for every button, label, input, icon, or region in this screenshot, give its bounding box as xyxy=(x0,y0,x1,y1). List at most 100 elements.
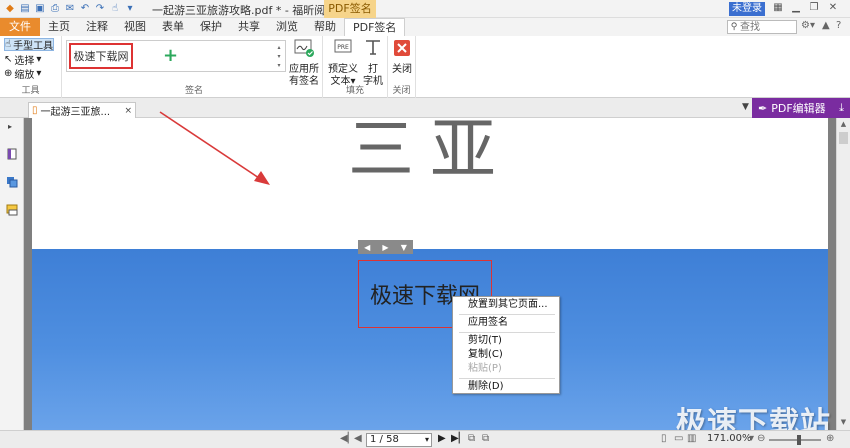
menu-item-apply-signature[interactable]: 应用签名 xyxy=(468,316,508,330)
layers-icon[interactable] xyxy=(6,176,18,188)
menu-item-cut[interactable]: 剪切(T) xyxy=(468,334,502,348)
help-icon[interactable]: ? xyxy=(836,20,841,31)
predefined-text-label-1: 预定义 xyxy=(328,64,358,75)
tab-list-dropdown-icon[interactable]: ▼ xyxy=(742,102,749,112)
tab-help[interactable]: 帮助 xyxy=(306,18,344,36)
zoom-in-icon[interactable]: ⊕ xyxy=(826,433,834,444)
minimize-icon[interactable]: ▁ xyxy=(789,2,803,13)
tab-view[interactable]: 视图 xyxy=(116,18,154,36)
chevron-down-icon: ▾ xyxy=(36,54,42,65)
pdf-editor-button[interactable]: ✒ PDF编辑器 ⤓ xyxy=(752,98,850,118)
page-thumbnails-icon[interactable] xyxy=(6,148,18,160)
scroll-thumb[interactable] xyxy=(839,132,848,144)
dropdown-arrow-icon[interactable]: ▼ xyxy=(401,243,407,252)
zoom-slider-knob[interactable] xyxy=(797,435,801,445)
close-tab-icon[interactable]: × xyxy=(124,106,132,116)
comments-icon[interactable] xyxy=(6,204,18,216)
prev-arrow-icon[interactable]: ◀ xyxy=(364,243,370,252)
hand-icon[interactable]: ☝ xyxy=(109,3,121,15)
hand-tool-icon: ☝ xyxy=(5,39,12,50)
gallery-scroll[interactable]: ▴ ▾ ▾ xyxy=(275,43,283,70)
save-icon[interactable]: ▣ xyxy=(34,3,46,15)
cursor-icon: ↖ xyxy=(4,54,13,65)
document-tab[interactable]: ▯ 一起游三亚旅... × xyxy=(28,102,136,118)
document-view[interactable]: 三亚 ◀ ▶ ▼ 极速下载网 xyxy=(24,118,836,430)
collapse-ribbon-icon[interactable]: ▲ xyxy=(822,20,830,31)
page-number-input[interactable]: 1 / 58 ▾ xyxy=(366,433,432,447)
zoom-icon: ⊕ xyxy=(4,68,13,79)
open-icon[interactable]: ▤ xyxy=(19,3,31,15)
zoom-dropdown-icon[interactable]: ▾ xyxy=(749,433,754,444)
close-red-icon xyxy=(394,40,410,56)
menu-item-delete[interactable]: 删除(D) xyxy=(468,380,504,394)
vertical-scrollbar[interactable]: ▲ ▼ xyxy=(836,118,850,430)
add-signature-button[interactable]: + xyxy=(163,43,178,69)
saved-signature[interactable]: 极速下载网 xyxy=(69,43,133,69)
prev-page-icon[interactable]: ◀ xyxy=(354,433,362,444)
zoom-level: 171.00% xyxy=(707,433,752,444)
tab-share[interactable]: 共享 xyxy=(230,18,268,36)
skin-icon[interactable]: ▦ xyxy=(771,2,785,13)
redo-icon[interactable]: ↷ xyxy=(94,3,106,15)
tab-form[interactable]: 表单 xyxy=(154,18,192,36)
chevron-down-icon: ▾ xyxy=(36,68,42,79)
select-tool-button[interactable]: ↖ 选择 ▾ xyxy=(4,53,42,67)
zoom-tool-button[interactable]: ⊕ 缩放 ▾ xyxy=(4,67,42,81)
close-window-icon[interactable]: ✕ xyxy=(826,2,840,13)
search-box[interactable]: ⚲ xyxy=(727,20,797,34)
zoom-tool-label: 缩放 xyxy=(14,70,35,81)
tab-protect[interactable]: 保护 xyxy=(192,18,230,36)
hand-tool-button[interactable]: ☝ 手型工具 xyxy=(4,38,55,52)
single-page-icon[interactable]: ▯ xyxy=(661,433,667,444)
signature-nav-bar: ◀ ▶ ▼ xyxy=(358,240,413,254)
chevron-down-icon: ▾ xyxy=(424,435,429,444)
typewriter-icon xyxy=(366,40,380,55)
editor-pen-icon: ✒ xyxy=(758,101,768,115)
typewriter-button[interactable]: 打 字机 xyxy=(360,38,386,88)
restore-icon[interactable]: ❐ xyxy=(807,2,821,13)
expand-panel-icon[interactable]: ▸ xyxy=(8,122,12,131)
tab-comment[interactable]: 注释 xyxy=(78,18,116,36)
search-options-icon[interactable]: ⚙▾ xyxy=(801,20,815,31)
menu-tabs: 文件 主页 注释 视图 表单 保护 共享 浏览 帮助 PDF签名 xyxy=(0,18,850,36)
email-icon[interactable]: ✉ xyxy=(64,3,76,15)
typewriter-label-2: 字机 xyxy=(363,76,383,87)
predefined-text-button[interactable]: PRE 预定义 文本▾ xyxy=(326,38,360,88)
scroll-up-icon[interactable]: ▲ xyxy=(837,120,850,128)
tools-group: ☝ 手型工具 ↖ 选择 ▾ ⊕ 缩放 ▾ 工具 xyxy=(0,36,62,98)
menu-separator xyxy=(459,332,555,333)
tools-group-label: 工具 xyxy=(21,86,40,96)
continuous-page-icon[interactable]: ▭ xyxy=(674,433,683,444)
last-page-icon[interactable]: ▶▏ xyxy=(451,433,466,444)
menu-item-copy[interactable]: 复制(C) xyxy=(468,348,503,362)
customize-icon[interactable]: ▾ xyxy=(124,3,136,15)
tab-pdf-signature[interactable]: PDF签名 xyxy=(344,18,406,36)
next-page-icon[interactable]: ▶ xyxy=(438,433,446,444)
page-heading: 三亚 xyxy=(348,120,512,188)
menu-item-paste: 粘贴(P) xyxy=(468,363,502,374)
hand-tool-label: 手型工具 xyxy=(13,41,54,52)
prev-view-icon[interactable]: ⧉ xyxy=(468,433,475,444)
scroll-down-icon[interactable]: ▼ xyxy=(837,418,850,426)
apply-all-label-2: 有签名 xyxy=(289,76,319,87)
search-input[interactable] xyxy=(740,21,794,33)
menu-item-place-other-pages[interactable]: 放置到其它页面... xyxy=(468,298,548,312)
zoom-out-icon[interactable]: ⊖ xyxy=(757,433,765,444)
login-button[interactable]: 未登录 xyxy=(729,2,765,16)
next-arrow-icon[interactable]: ▶ xyxy=(382,243,388,252)
two-page-icon[interactable]: ▥ xyxy=(687,433,696,444)
close-group-label: 关闭 xyxy=(392,86,411,96)
status-bar: ◀▏ ◀ 1 / 58 ▾ ▶ ▶▏ ⧉ ⧉ ▯ ▭ ▥ 171.00% ▾ ⊖… xyxy=(0,430,850,448)
zoom-slider[interactable] xyxy=(769,435,821,445)
tab-home[interactable]: 主页 xyxy=(40,18,78,36)
ribbon: ☝ 手型工具 ↖ 选择 ▾ ⊕ 缩放 ▾ 工具 签名 极速下载网 + ▴ ▾ ▾ 应… xyxy=(0,36,850,98)
tab-browse[interactable]: 浏览 xyxy=(268,18,306,36)
next-view-icon[interactable]: ⧉ xyxy=(482,433,489,444)
apply-all-signatures-button[interactable]: 应用所 有签名 xyxy=(288,38,320,88)
close-signature-button[interactable]: 关闭 xyxy=(389,38,415,76)
search-icon: ⚲ xyxy=(730,22,738,32)
print-icon[interactable]: ⎙ xyxy=(49,3,61,15)
tab-file[interactable]: 文件 xyxy=(0,18,40,36)
undo-icon[interactable]: ↶ xyxy=(79,3,91,15)
quick-access-toolbar: ◆ ▤ ▣ ⎙ ✉ ↶ ↷ ☝ ▾ xyxy=(0,3,136,15)
